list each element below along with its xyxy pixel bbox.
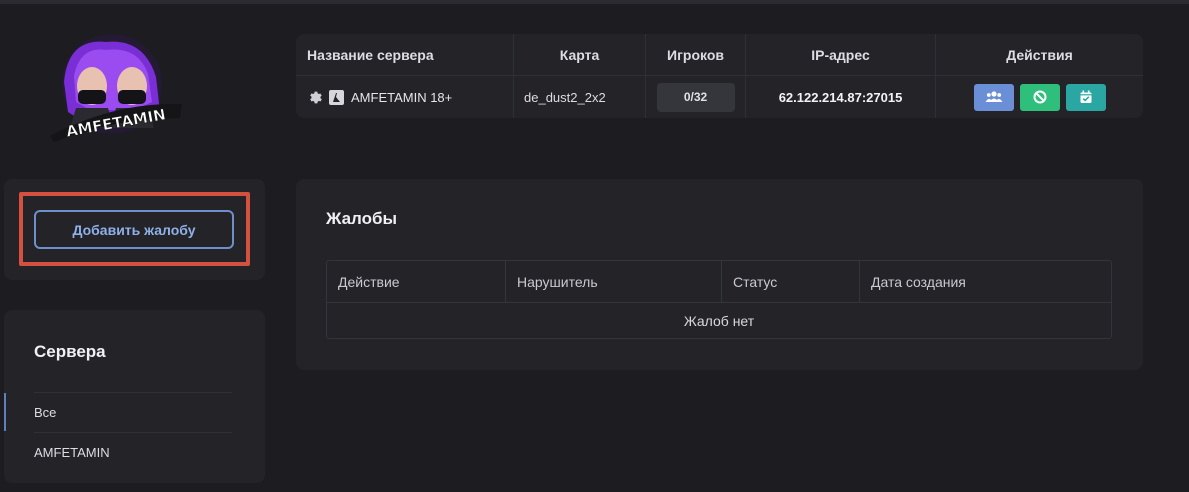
header-ip[interactable]: IP-адрес — [746, 34, 936, 75]
complaints-table: Действие Нарушитель Статус Дата создания… — [326, 260, 1112, 339]
active-indicator — [4, 393, 6, 431]
map-cell: de_dust2_2x2 — [514, 76, 646, 118]
players-cell: 0/32 — [646, 76, 746, 118]
header-status[interactable]: Статус — [722, 261, 860, 302]
amfetamin-logo[interactable]: AMFETAMIN — [44, 32, 184, 142]
empty-state: Жалоб нет — [683, 313, 755, 329]
actions-cell — [936, 76, 1143, 118]
header-players[interactable]: Игроков — [646, 34, 746, 75]
complaints-title: Жалобы — [326, 209, 398, 228]
divider — [34, 432, 232, 433]
table-header: Название сервера Карта Игроков IP-адрес … — [296, 34, 1143, 76]
header-created-date[interactable]: Дата создания — [860, 261, 1111, 302]
game-icon — [329, 89, 344, 105]
add-complaint-button[interactable]: Добавить жалобу — [34, 210, 234, 249]
divider — [34, 392, 232, 393]
gear-icon[interactable] — [307, 90, 322, 105]
bans-button[interactable] — [1019, 83, 1060, 111]
server-name-cell: AMFETAMIN 18+ — [296, 76, 514, 118]
sidebar-item-all[interactable]: Все — [34, 405, 56, 420]
users-icon — [985, 91, 1002, 102]
server-table: Название сервера Карта Игроков IP-адрес … — [296, 34, 1143, 118]
header-actions: Действия — [1006, 46, 1073, 63]
ban-icon — [1033, 90, 1046, 104]
calendar-check-icon — [1080, 90, 1091, 103]
header-map[interactable]: Карта — [514, 34, 646, 75]
header-server-name[interactable]: Название сервера — [296, 34, 514, 75]
header-offender[interactable]: Нарушитель — [506, 261, 722, 302]
table-row: AMFETAMIN 18+ de_dust2_2x2 0/32 62.122.2… — [296, 76, 1143, 118]
header-action[interactable]: Действие — [327, 261, 506, 302]
server-ip[interactable]: 62.122.214.87:27015 — [779, 90, 903, 105]
players-badge: 0/32 — [656, 82, 735, 112]
top-bar — [0, 0, 1189, 4]
players-list-button[interactable] — [973, 83, 1014, 111]
ip-cell: 62.122.214.87:27015 — [746, 76, 936, 118]
servers-title: Сервера — [34, 342, 106, 361]
sidebar-item-amfetamin[interactable]: AMFETAMIN — [34, 445, 110, 460]
schedule-button[interactable] — [1065, 83, 1106, 111]
complaints-table-header: Действие Нарушитель Статус Дата создания — [327, 261, 1111, 303]
server-name[interactable]: AMFETAMIN 18+ — [351, 90, 452, 105]
